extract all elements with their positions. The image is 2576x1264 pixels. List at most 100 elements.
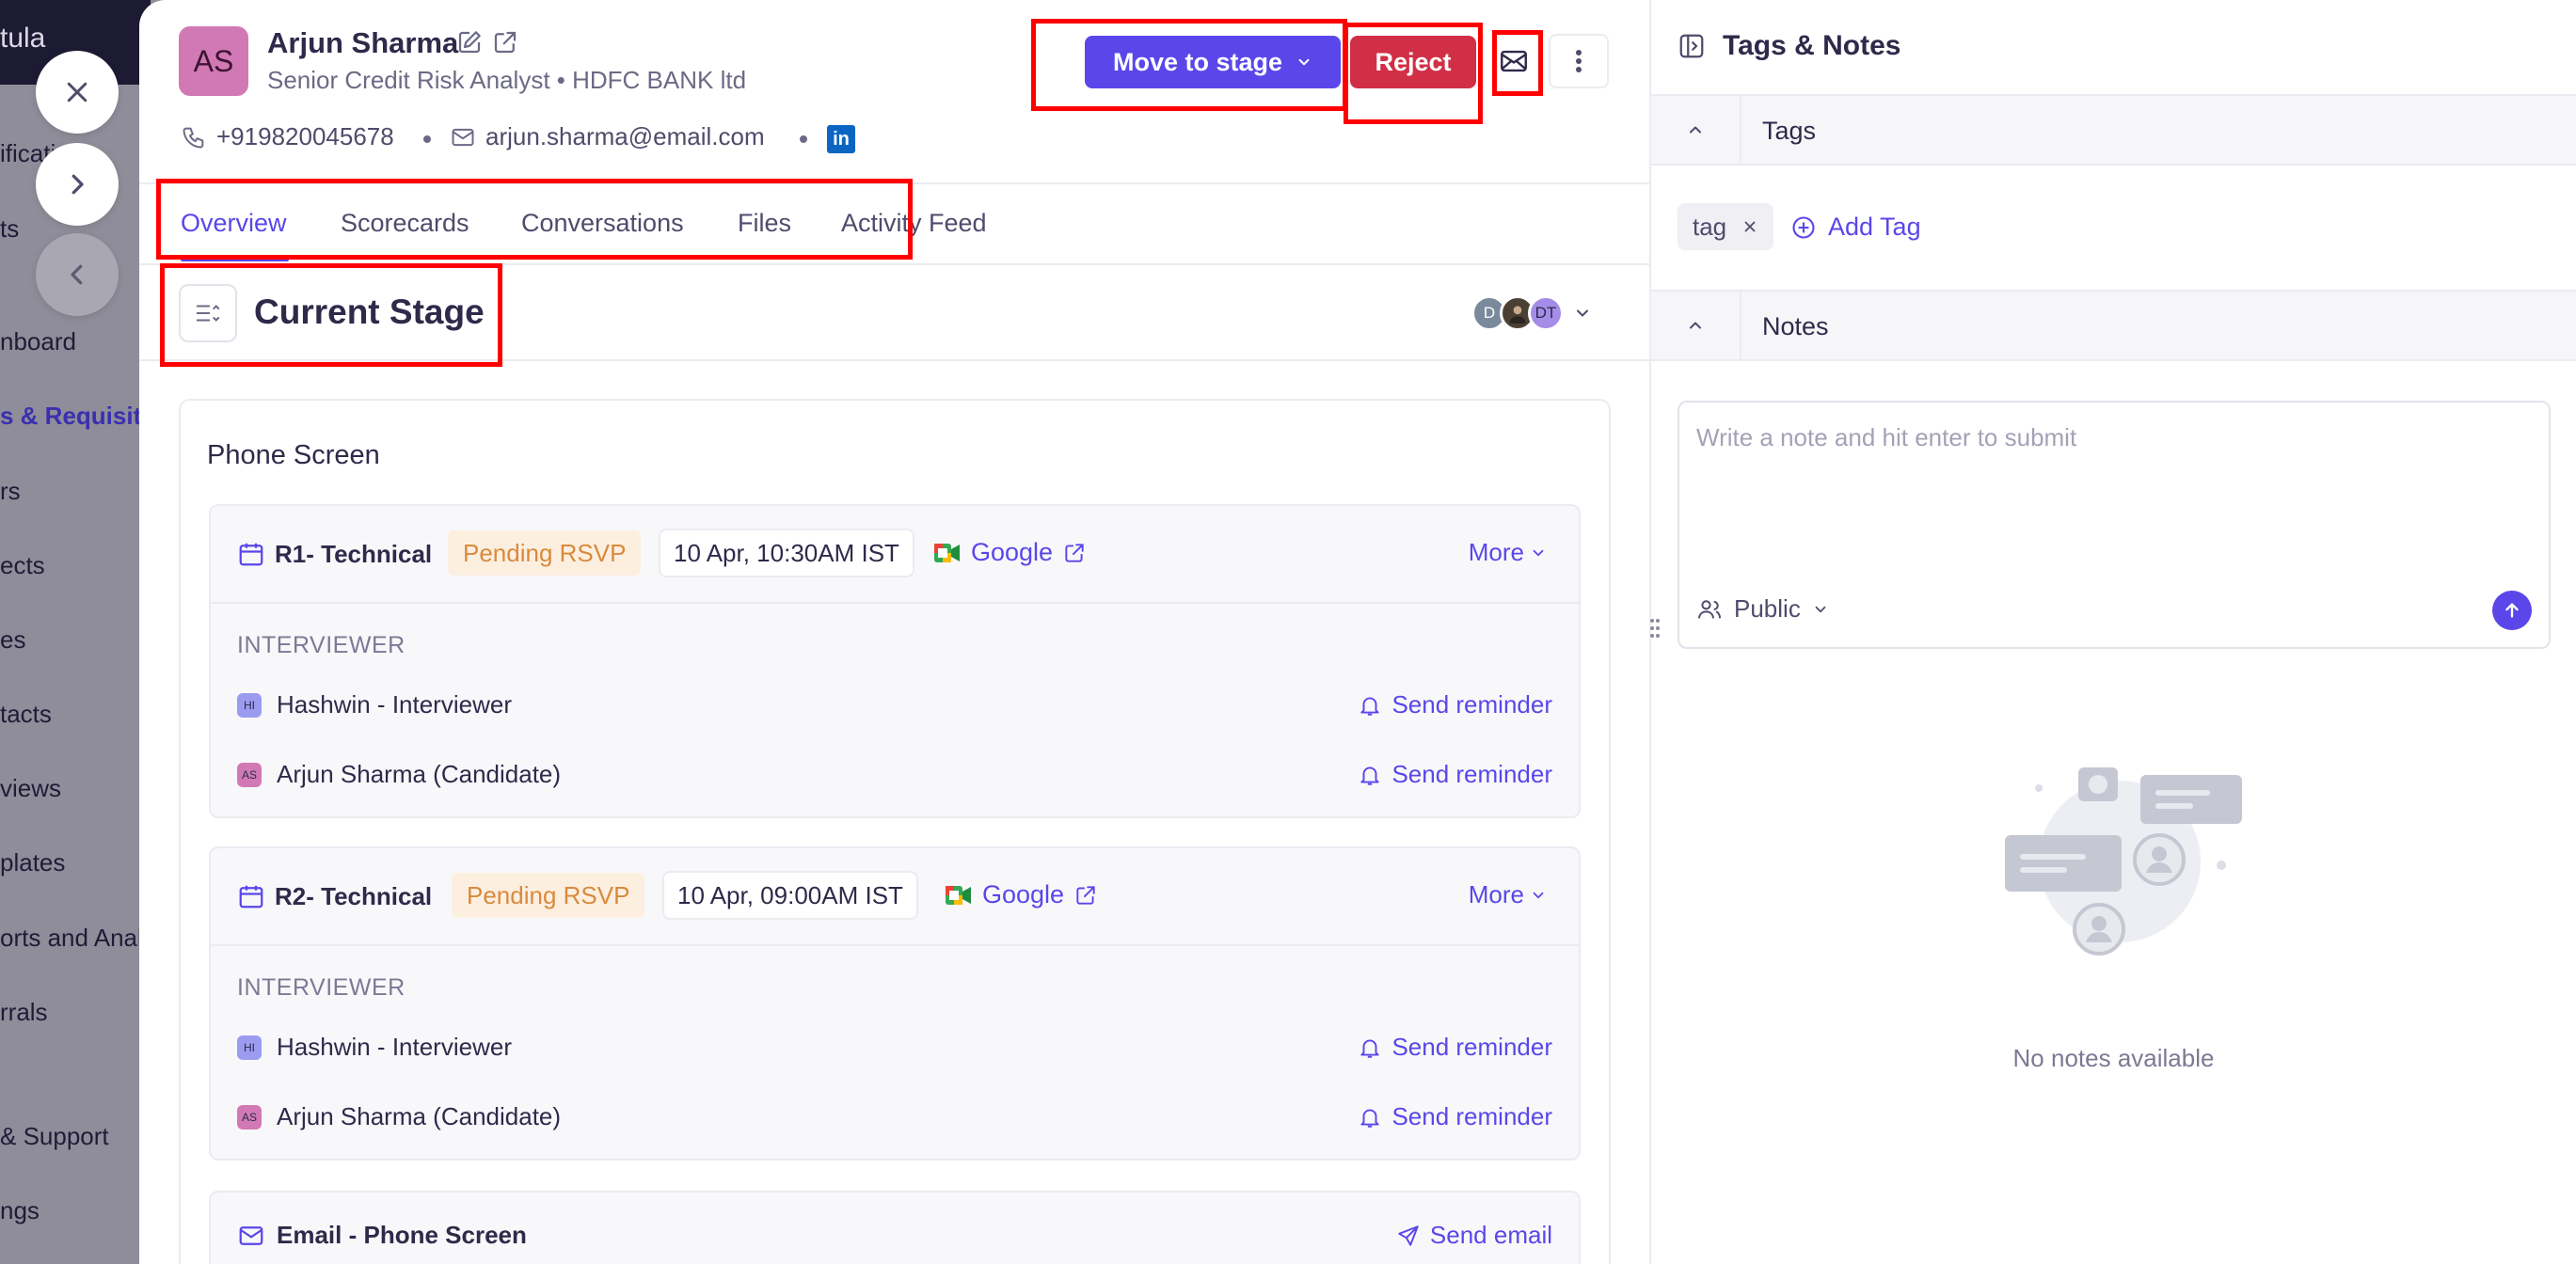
google-meet-icon <box>946 885 971 905</box>
more-label: More <box>1468 880 1524 908</box>
background-nav-item: ts <box>0 214 20 243</box>
add-tag-label: Add Tag <box>1828 213 1921 241</box>
phone-number: +919820045678 <box>216 122 394 150</box>
meeting-link[interactable]: Google <box>945 880 1098 909</box>
tag-label: tag <box>1693 212 1727 241</box>
send-email-label: Send email <box>1429 1221 1552 1249</box>
tab-conversations[interactable]: Conversations <box>521 209 684 238</box>
active-tab-indicator <box>181 258 289 261</box>
chevron-up-icon <box>1690 126 1701 134</box>
chevron-right-icon <box>72 174 84 195</box>
move-to-stage-button[interactable]: Move to stage <box>1085 36 1341 88</box>
background-brand: tula <box>0 23 46 54</box>
external-link-icon <box>494 31 517 54</box>
bell-icon <box>1360 1038 1380 1058</box>
interview-card: R2- Technical Pending RSVP 10 Apr, 09:00… <box>209 846 1581 1161</box>
divider <box>139 359 1651 361</box>
tag-chip: tag <box>1678 203 1774 250</box>
mail-icon <box>239 1225 263 1245</box>
list-collapse-icon <box>196 305 220 322</box>
mail-icon <box>452 128 474 146</box>
stage-toggle-button[interactable] <box>179 284 237 342</box>
status-badge: Pending RSVP <box>448 530 642 576</box>
person-avatar: HI <box>237 692 262 718</box>
move-to-stage-label: Move to stage <box>1112 47 1283 76</box>
calendar-icon <box>239 543 263 566</box>
send-reminder-button[interactable]: Send reminder <box>1358 1102 1552 1131</box>
side-panel-title: Tags & Notes <box>1723 30 1901 61</box>
edit-candidate-button[interactable] <box>455 28 484 56</box>
kebab-menu-icon <box>1576 50 1582 72</box>
notes-section-header[interactable]: Notes <box>1651 290 2576 361</box>
send-reminder-button[interactable]: Send reminder <box>1358 690 1552 719</box>
person-avatar: AS <box>237 1104 262 1130</box>
note-visibility-select[interactable]: Public <box>1696 594 1829 624</box>
collapse-tags-button[interactable] <box>1651 96 1741 164</box>
meeting-link[interactable]: Google <box>933 538 1087 567</box>
candidate-phone[interactable]: +919820045678 <box>181 122 394 151</box>
collapse-notes-button[interactable] <box>1651 292 1741 359</box>
edit-icon <box>458 31 481 54</box>
more-actions-button[interactable] <box>1549 34 1609 88</box>
close-drawer-button[interactable] <box>36 51 119 134</box>
close-icon <box>67 82 87 103</box>
background-nav-item: ngs <box>0 1196 40 1224</box>
drag-handle-icon <box>1650 619 1660 638</box>
reject-button[interactable]: Reject <box>1350 36 1476 88</box>
chevron-down-icon <box>1533 549 1544 556</box>
tab-files[interactable]: Files <box>738 209 791 238</box>
stage-participants[interactable]: D DT <box>1471 295 1592 331</box>
next-candidate-button[interactable] <box>36 143 119 226</box>
background-nav-item: & Support <box>0 1122 109 1150</box>
bell-icon <box>1360 696 1380 716</box>
stage-email-row: Email - Phone Screen Send email <box>209 1191 1581 1264</box>
person-name: Arjun Sharma (Candidate) <box>277 760 562 788</box>
close-icon[interactable] <box>1741 218 1758 235</box>
previous-candidate-button[interactable] <box>36 233 119 316</box>
add-tag-button[interactable]: Add Tag <box>1790 213 1921 242</box>
candidate-name: Arjun Sharma <box>267 26 459 59</box>
candidate-role: Senior Credit Risk Analyst • HDFC BANK l… <box>267 66 747 94</box>
stage-name: Phone Screen <box>207 440 380 470</box>
panel-resize-handle[interactable] <box>1648 617 1662 640</box>
tags-section-header[interactable]: Tags <box>1651 94 2576 166</box>
interview-more-button[interactable]: More <box>1469 880 1547 909</box>
candidate-email[interactable]: arjun.sharma@email.com <box>450 122 765 151</box>
person-avatar: HI <box>237 1035 262 1060</box>
more-label: More <box>1468 538 1524 566</box>
calendar-icon <box>239 885 263 908</box>
meeting-provider: Google <box>982 880 1065 908</box>
background-nav-item: es <box>0 625 26 654</box>
candidate-row: AS Arjun Sharma (Candidate) <box>237 1102 561 1131</box>
panel-toggle-icon <box>1679 34 1704 58</box>
send-email-link[interactable]: Send email <box>1396 1221 1552 1250</box>
chevron-down-icon <box>1298 58 1310 66</box>
tab-overview[interactable]: Overview <box>181 209 287 238</box>
separator-dot <box>423 135 431 143</box>
person-name: Hashwin - Interviewer <box>277 1033 512 1061</box>
tab-activity-feed[interactable]: Activity Feed <box>841 209 987 238</box>
note-placeholder: Write a note and hit enter to submit <box>1696 423 2077 451</box>
notes-section-label: Notes <box>1762 312 1829 340</box>
interviewer-row: HI Hashwin - Interviewer <box>237 690 512 719</box>
send-reminder-button[interactable]: Send reminder <box>1358 1033 1552 1062</box>
email-address: arjun.sharma@email.com <box>485 122 765 150</box>
submit-note-button[interactable] <box>2492 591 2532 630</box>
linkedin-icon[interactable]: in <box>827 125 855 153</box>
tab-scorecards[interactable]: Scorecards <box>341 209 469 238</box>
chevron-down-icon <box>1815 606 1826 612</box>
interview-datetime: 10 Apr, 09:00AM IST <box>662 871 918 920</box>
note-input[interactable]: Write a note and hit enter to submit Pub… <box>1678 401 2551 649</box>
bell-icon <box>1360 766 1380 785</box>
open-profile-button[interactable] <box>491 28 519 56</box>
interview-more-button[interactable]: More <box>1469 538 1547 567</box>
background-nav-item: tacts <box>0 700 52 728</box>
divider <box>139 182 1651 184</box>
send-icon <box>1398 1224 1419 1246</box>
candidate-avatar: AS <box>179 26 248 96</box>
send-reminder-label: Send reminder <box>1391 1102 1552 1130</box>
person-icon <box>1509 306 1526 324</box>
send-reminder-button[interactable]: Send reminder <box>1358 760 1552 789</box>
send-email-button[interactable] <box>1490 38 1537 85</box>
collapse-panel-button[interactable] <box>1678 32 1706 60</box>
